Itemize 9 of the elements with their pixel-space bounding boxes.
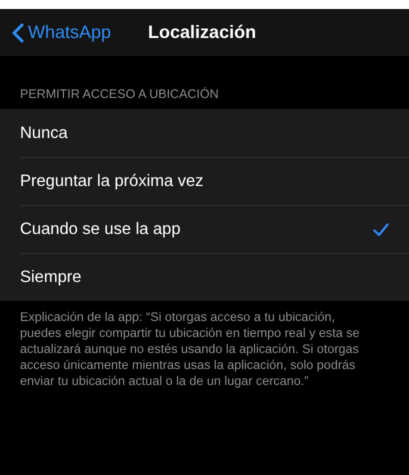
option-row[interactable]: Nunca <box>20 109 409 157</box>
app-explanation: Explicación de la app: “Si otorgas acceso a tu ubicación, puedes elegir compartir tu ubicación en tiempo real y esta se actualizará aunque no estés usando la aplicación. Si otorgas acceso únicamente mientras usas la aplicación, solo podrás enviar tu ubicación actual o la de un lugar cercano.” <box>19 309 361 389</box>
option-row[interactable]: Preguntar la próxima vez <box>20 157 409 205</box>
nav-title: Localización <box>148 22 256 43</box>
option-row[interactable]: Siempre <box>20 253 409 301</box>
option-row[interactable]: Cuando se use la app <box>20 205 409 253</box>
section-header: PERMITIR ACCESO A UBICACIÓN <box>19 87 220 103</box>
chevron-icon <box>12 22 24 42</box>
back-button[interactable]: WhatsApp <box>12 22 112 43</box>
